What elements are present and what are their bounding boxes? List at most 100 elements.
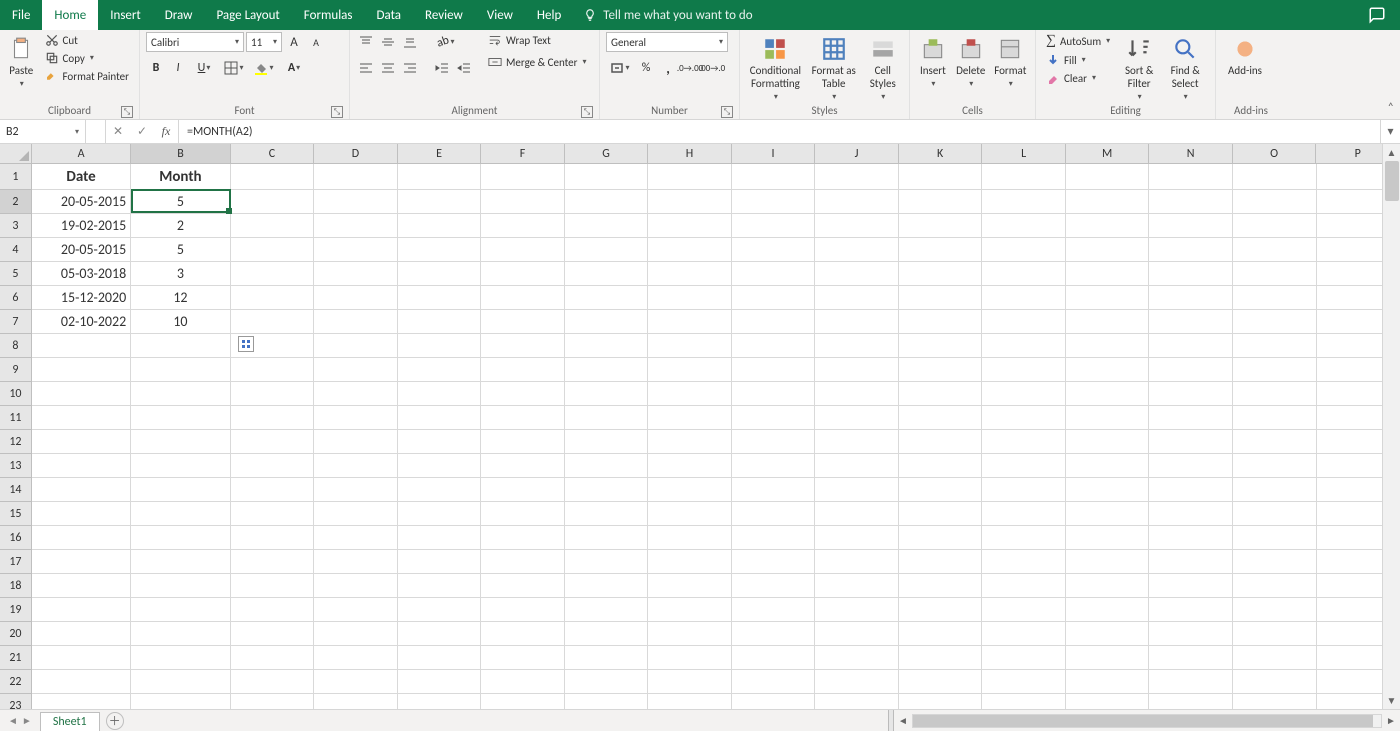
cell-G17[interactable] (565, 550, 649, 574)
cell-C13[interactable] (231, 454, 315, 478)
cell-H23[interactable] (648, 694, 732, 709)
cell-D3[interactable] (314, 214, 398, 238)
cell-N21[interactable] (1149, 646, 1233, 670)
cell-L22[interactable] (982, 670, 1066, 694)
cell-I20[interactable] (732, 622, 816, 646)
cell-K16[interactable] (899, 526, 983, 550)
cell-N16[interactable] (1149, 526, 1233, 550)
cell-B20[interactable] (131, 622, 230, 646)
cell-E22[interactable] (398, 670, 482, 694)
cell-K21[interactable] (899, 646, 983, 670)
cell-I22[interactable] (732, 670, 816, 694)
cell-D8[interactable] (314, 334, 398, 358)
cell-I5[interactable] (732, 262, 816, 286)
cell-I14[interactable] (732, 478, 816, 502)
cell-A4[interactable]: 20-05-2015 (32, 238, 131, 262)
fill-button[interactable]: Fill▾ (1042, 52, 1114, 68)
cell-K1[interactable] (899, 164, 983, 190)
tell-me-search[interactable]: Tell me what you want to do (583, 0, 752, 30)
tab-file[interactable]: File (0, 0, 42, 30)
cell-H21[interactable] (648, 646, 732, 670)
cell-H16[interactable] (648, 526, 732, 550)
cell-L15[interactable] (982, 502, 1066, 526)
cell-I8[interactable] (732, 334, 816, 358)
cell-H10[interactable] (648, 382, 732, 406)
cell-O22[interactable] (1233, 670, 1317, 694)
cell-M12[interactable] (1066, 430, 1150, 454)
cell-L23[interactable] (982, 694, 1066, 709)
cell-D19[interactable] (314, 598, 398, 622)
cell-L21[interactable] (982, 646, 1066, 670)
cell-A17[interactable] (32, 550, 131, 574)
scroll-left-button[interactable]: ◄ (894, 714, 912, 727)
cell-G7[interactable] (565, 310, 649, 334)
cell-B12[interactable] (131, 430, 230, 454)
alignment-dialog-launcher[interactable]: ⤡ (581, 106, 593, 118)
cell-A5[interactable]: 05-03-2018 (32, 262, 131, 286)
sheet-next-icon[interactable]: ► (22, 714, 32, 727)
cell-F15[interactable] (481, 502, 565, 526)
row-header-20[interactable]: 20 (0, 622, 32, 646)
format-cells-button[interactable]: Format▾ (992, 32, 1029, 89)
cell-D16[interactable] (314, 526, 398, 550)
delete-cells-button[interactable]: Delete▾ (954, 32, 988, 89)
sheet-tab-1[interactable]: Sheet1 (40, 712, 100, 731)
cell-J5[interactable] (815, 262, 899, 286)
insert-cells-button[interactable]: Insert▾ (916, 32, 950, 89)
cell-E6[interactable] (398, 286, 482, 310)
cell-M5[interactable] (1066, 262, 1150, 286)
cell-E8[interactable] (398, 334, 482, 358)
cell-C20[interactable] (231, 622, 315, 646)
cell-I2[interactable] (732, 190, 816, 214)
cell-H13[interactable] (648, 454, 732, 478)
cell-K20[interactable] (899, 622, 983, 646)
cell-D2[interactable] (314, 190, 398, 214)
comma-button[interactable]: , (658, 58, 678, 78)
row-header-11[interactable]: 11 (0, 406, 32, 430)
scroll-down-button[interactable]: ▼ (1387, 694, 1397, 707)
cell-M10[interactable] (1066, 382, 1150, 406)
cell-F10[interactable] (481, 382, 565, 406)
cell-J16[interactable] (815, 526, 899, 550)
row-header-10[interactable]: 10 (0, 382, 32, 406)
cell-O18[interactable] (1233, 574, 1317, 598)
cell-H9[interactable] (648, 358, 732, 382)
cell-E21[interactable] (398, 646, 482, 670)
column-header-F[interactable]: F (481, 144, 565, 163)
cell-O8[interactable] (1233, 334, 1317, 358)
cell-L3[interactable] (982, 214, 1066, 238)
cell-M1[interactable] (1066, 164, 1150, 190)
cell-L5[interactable] (982, 262, 1066, 286)
cell-A11[interactable] (32, 406, 131, 430)
cell-C10[interactable] (231, 382, 315, 406)
cell-B16[interactable] (131, 526, 230, 550)
cell-D6[interactable] (314, 286, 398, 310)
cell-I3[interactable] (732, 214, 816, 238)
cell-O20[interactable] (1233, 622, 1317, 646)
cell-O17[interactable] (1233, 550, 1317, 574)
cell-K8[interactable] (899, 334, 983, 358)
cell-D1[interactable] (314, 164, 398, 190)
cell-N7[interactable] (1149, 310, 1233, 334)
cell-J2[interactable] (815, 190, 899, 214)
cell-J11[interactable] (815, 406, 899, 430)
tab-review[interactable]: Review (413, 0, 475, 30)
cell-H12[interactable] (648, 430, 732, 454)
cell-J22[interactable] (815, 670, 899, 694)
scroll-right-button[interactable]: ► (1382, 714, 1400, 727)
fill-color-button[interactable]: ▾ (250, 58, 278, 78)
cell-O11[interactable] (1233, 406, 1317, 430)
cell-J13[interactable] (815, 454, 899, 478)
tab-help[interactable]: Help (525, 0, 573, 30)
format-painter-button[interactable]: Format Painter (41, 68, 133, 84)
cell-I6[interactable] (732, 286, 816, 310)
cell-D12[interactable] (314, 430, 398, 454)
autosum-button[interactable]: ∑AutoSum▾ (1042, 32, 1114, 50)
cell-L9[interactable] (982, 358, 1066, 382)
cell-M7[interactable] (1066, 310, 1150, 334)
cell-M15[interactable] (1066, 502, 1150, 526)
row-header-19[interactable]: 19 (0, 598, 32, 622)
cell-D5[interactable] (314, 262, 398, 286)
cell-H5[interactable] (648, 262, 732, 286)
cell-M14[interactable] (1066, 478, 1150, 502)
